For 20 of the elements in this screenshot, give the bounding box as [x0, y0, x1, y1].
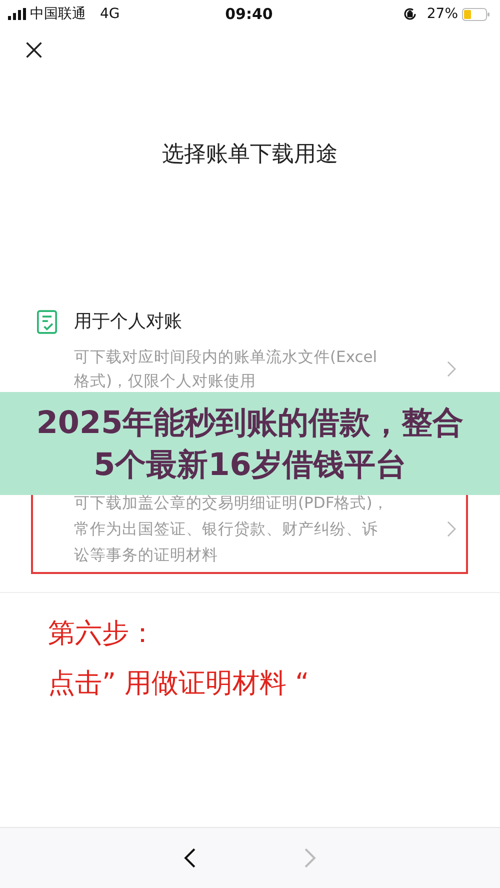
rotation-lock-icon — [402, 7, 417, 21]
close-icon — [25, 41, 43, 59]
page-title: 选择账单下载用途 — [161, 141, 339, 169]
battery-icon — [462, 8, 490, 20]
carrier-name: 中国联通 — [30, 5, 86, 23]
chevron-left-icon — [184, 848, 196, 868]
clock-time: 09:40 — [225, 5, 273, 23]
chevron-right-icon[interactable] — [447, 521, 456, 537]
signal-icon — [8, 8, 26, 20]
option-description: 可下载加盖公章的交易明细证明(PDF格式)，常作为出国签证、银行贷款、财产纠纷、诉讼等事务的证明材料 — [74, 493, 390, 566]
battery-percent: 27% — [426, 6, 458, 22]
banner-headline: 2025年能秒到账的借款，整合5个最新16岁借钱平台 — [35, 404, 465, 484]
option-title[interactable]: 用于个人对账 — [74, 307, 182, 337]
chevron-right-icon[interactable] — [447, 361, 456, 377]
annotation-text: 第六步： — [48, 617, 157, 651]
annotation-text: 点击” 用做证明材料 “ — [48, 667, 310, 701]
network-type: 4G — [100, 6, 120, 22]
checklist-icon — [37, 310, 57, 334]
chevron-right-icon — [304, 848, 316, 868]
option-description: 可下载对应时间段内的账单流水文件(Excel格式)，仅限个人对账使用 — [74, 347, 378, 392]
